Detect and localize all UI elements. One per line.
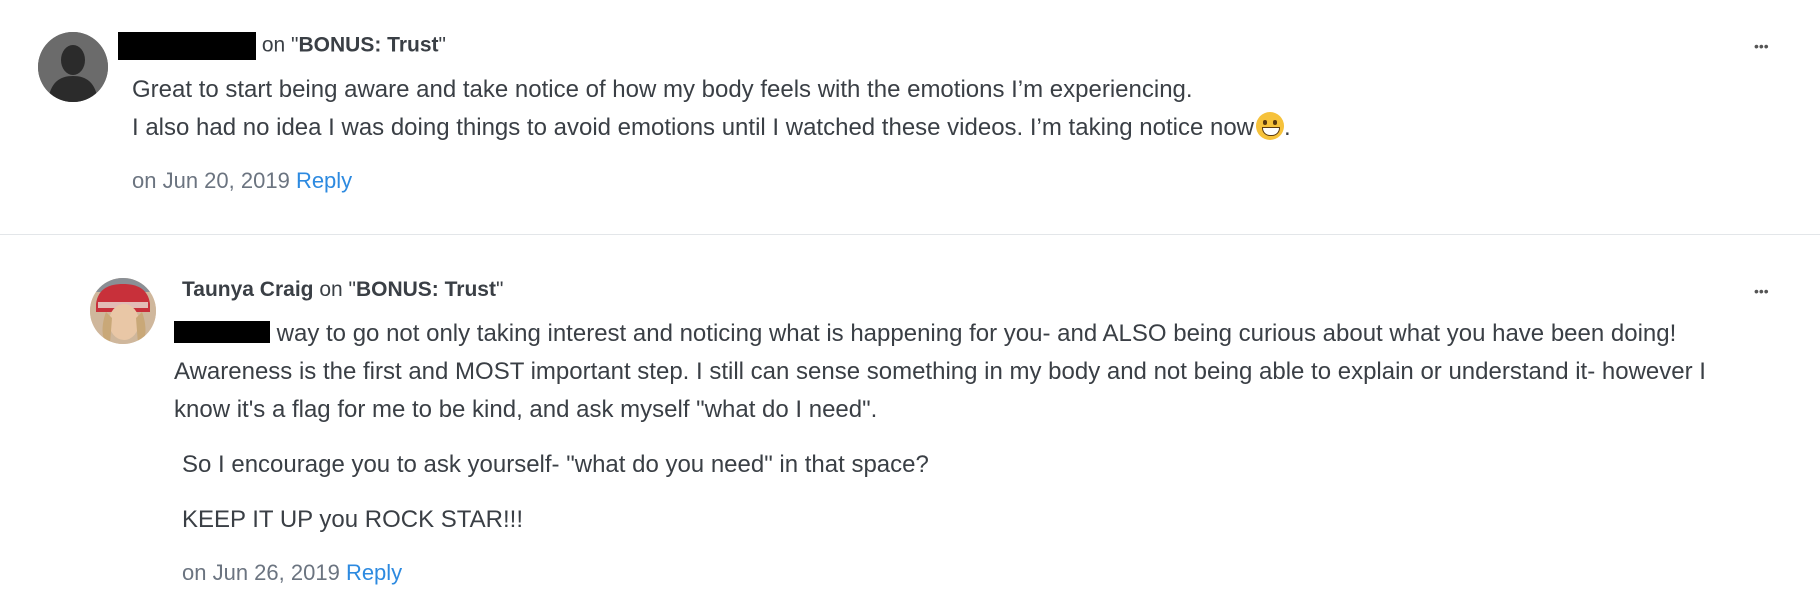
default-user-icon xyxy=(38,32,108,102)
avatar[interactable] xyxy=(38,32,108,102)
on-text: on " xyxy=(313,278,356,301)
body-line: Great to start being aware and take noti… xyxy=(132,76,1193,103)
reply-button[interactable]: Reply xyxy=(296,168,352,193)
more-options-button[interactable]: ••• xyxy=(1754,284,1769,298)
close-quote: " xyxy=(495,278,504,301)
author-name[interactable]: Taunya Craig xyxy=(182,278,313,301)
more-options-button[interactable]: ••• xyxy=(1754,39,1769,53)
redacted-author-name xyxy=(118,32,256,60)
user-photo xyxy=(90,278,156,344)
divider xyxy=(0,234,1820,235)
redacted-mention xyxy=(174,321,270,343)
comment-footer: on Jun 20, 2019 Reply xyxy=(132,168,352,194)
reply-button[interactable]: Reply xyxy=(346,560,402,585)
avatar[interactable] xyxy=(90,278,156,344)
comment-footer: on Jun 26, 2019 Reply xyxy=(182,560,402,586)
close-quote: " xyxy=(438,33,446,57)
on-text: on " xyxy=(256,33,299,57)
topic-link[interactable]: BONUS: Trust xyxy=(298,34,438,57)
body-paragraph: way to go not only taking interest and n… xyxy=(174,320,1706,423)
body-line: I also had no idea I was doing things to… xyxy=(132,112,1291,141)
comment-date: on Jun 26, 2019 xyxy=(182,560,340,585)
topic-link[interactable]: BONUS: Trust xyxy=(356,278,496,301)
body-paragraph: KEEP IT UP you ROCK STAR!!! xyxy=(182,506,524,533)
comment-meta: Taunya Craig on "BONUS: Trust" xyxy=(182,278,503,302)
comment-meta: on "BONUS: Trust" xyxy=(118,32,446,60)
comment-body: Great to start being aware and take noti… xyxy=(132,71,1782,147)
body-paragraph: So I encourage you to ask yourself- "wha… xyxy=(182,451,929,478)
grinning-face-icon xyxy=(1256,112,1284,140)
comment-body: way to go not only taking interest and n… xyxy=(174,315,1734,539)
comment-date: on Jun 20, 2019 xyxy=(132,168,290,193)
